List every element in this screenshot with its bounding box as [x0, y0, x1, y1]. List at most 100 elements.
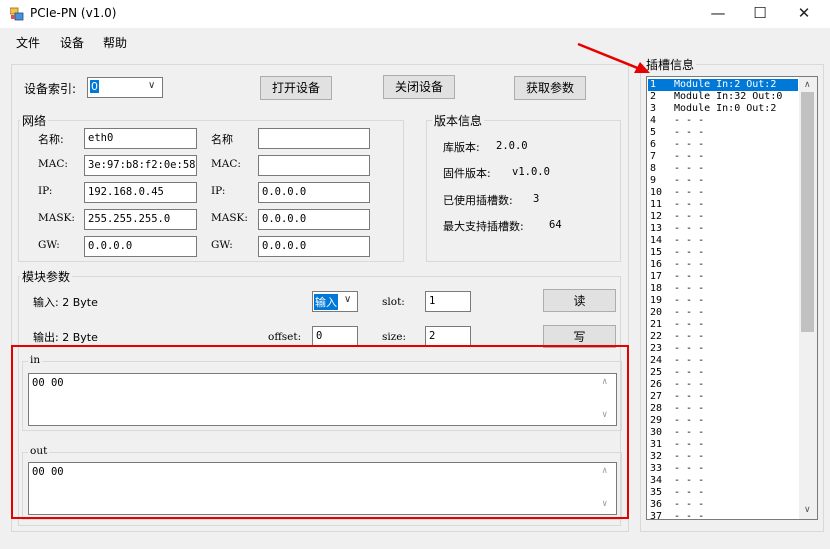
maximize-button[interactable]: ☐ [738, 0, 782, 28]
offset-field[interactable]: 0 [312, 326, 358, 347]
slot-description: - - - [674, 307, 705, 318]
name-field[interactable]: eth0 [84, 128, 197, 149]
slot-row[interactable]: 8 - - - [648, 163, 798, 175]
slot-description: - - - [674, 175, 705, 186]
slot-row[interactable]: 17 - - - [648, 271, 798, 283]
slot-list[interactable]: 1 Module In:2 Out:2 2 Module In:32 Out:0 3 Mo… [646, 76, 818, 520]
slot-row[interactable]: 10 - - - [648, 187, 798, 199]
slot-description: - - - [674, 223, 705, 234]
slot-row[interactable]: 13 - - - [648, 223, 798, 235]
slot-description: - - - [674, 247, 705, 258]
direction-value: 输入 [314, 294, 338, 310]
slot-row[interactable]: 27 - - - [648, 391, 798, 403]
slot-number: 33 [650, 463, 663, 474]
slot-row[interactable]: 30 - - - [648, 427, 798, 439]
name-label: 名称: [38, 133, 64, 146]
slot-row[interactable]: 19 - - - [648, 295, 798, 307]
slot-row[interactable]: 21 - - - [648, 319, 798, 331]
close-device-button[interactable]: 关闭设备 [383, 75, 455, 99]
slot-description: - - - [674, 199, 705, 210]
slot-row[interactable]: 28 - - - [648, 403, 798, 415]
max-slots-value: 64 [549, 219, 562, 231]
slot-row[interactable]: 32 - - - [648, 451, 798, 463]
slot-row[interactable]: 18 - - - [648, 283, 798, 295]
slot-row[interactable]: 37 - - - [648, 511, 798, 520]
slot-description: - - - [674, 511, 705, 520]
slot-row[interactable]: 33 - - - [648, 463, 798, 475]
direction-combo[interactable]: 输入 ∨ [312, 291, 358, 312]
menu-device[interactable]: 设备 [60, 34, 84, 51]
slot-row[interactable]: 9 - - - [648, 175, 798, 187]
menu-file[interactable]: 文件 [16, 34, 40, 51]
slot-row[interactable]: 24 - - - [648, 355, 798, 367]
ip-field-2[interactable]: 0.0.0.0 [258, 182, 370, 203]
slot-row[interactable]: 36 - - - [648, 499, 798, 511]
module-title: 模块参数 [20, 268, 73, 285]
slot-description: - - - [674, 427, 705, 438]
slot-row[interactable]: 15 - - - [648, 247, 798, 259]
gw-label-2: GW: [211, 239, 233, 251]
max-slots-label: 最大支持插槽数: [443, 220, 524, 233]
size-field[interactable]: 2 [425, 326, 471, 347]
ip-field[interactable]: 192.168.0.45 [84, 182, 197, 203]
slot-row[interactable]: 7 - - - [648, 151, 798, 163]
read-button[interactable]: 读 [543, 289, 616, 312]
slot-row[interactable]: 4 - - - [648, 115, 798, 127]
slot-row[interactable]: 3 Module In:0 Out:2 [648, 103, 798, 115]
slot-description: - - - [674, 127, 705, 138]
minimize-button[interactable]: — [696, 0, 740, 28]
mask-field[interactable]: 255.255.255.0 [84, 209, 197, 230]
get-params-button[interactable]: 获取参数 [514, 76, 586, 100]
chevron-down-icon: ∨ [344, 294, 352, 305]
slot-row[interactable]: 6 - - - [648, 139, 798, 151]
slot-number: 7 [650, 151, 657, 162]
name-field-2[interactable] [258, 128, 370, 149]
slot-row[interactable]: 31 - - - [648, 439, 798, 451]
slot-row[interactable]: 22 - - - [648, 331, 798, 343]
slot-row[interactable]: 34 - - - [648, 475, 798, 487]
slot-row[interactable]: 1 Module In:2 Out:2 [648, 79, 798, 91]
gw-field-2[interactable]: 0.0.0.0 [258, 236, 370, 257]
slot-number: 24 [650, 355, 663, 366]
slot-row[interactable]: 35 - - - [648, 487, 798, 499]
slot-row[interactable]: 12 - - - [648, 211, 798, 223]
slot-row[interactable]: 25 - - - [648, 367, 798, 379]
slot-row[interactable]: 2 Module In:32 Out:0 [648, 91, 798, 103]
slot-description: - - - [674, 163, 705, 174]
slot-row[interactable]: 29 - - - [648, 415, 798, 427]
slot-number: 37 [650, 511, 663, 520]
slot-description: - - - [674, 475, 705, 486]
slot-row[interactable]: 23 - - - [648, 343, 798, 355]
slot-description: - - - [674, 415, 705, 426]
slot-row[interactable]: 14 - - - [648, 235, 798, 247]
mask-field-2[interactable]: 0.0.0.0 [258, 209, 370, 230]
mac-label: MAC: [38, 158, 68, 170]
scroll-up-icon[interactable]: ∧ [804, 80, 811, 90]
slot-number: 36 [650, 499, 663, 510]
slot-number: 10 [650, 187, 663, 198]
mask-label: MASK: [38, 212, 75, 224]
mask-label-2: MASK: [211, 212, 248, 224]
slot-field[interactable]: 1 [425, 291, 471, 312]
open-device-button[interactable]: 打开设备 [260, 76, 332, 100]
gw-field[interactable]: 0.0.0.0 [84, 236, 197, 257]
slot-row[interactable]: 20 - - - [648, 307, 798, 319]
slot-row[interactable]: 5 - - - [648, 127, 798, 139]
scroll-down-icon[interactable]: ∨ [804, 505, 811, 515]
slot-scrollbar-thumb[interactable] [801, 92, 814, 332]
gw-label: GW: [38, 239, 60, 251]
menu-help[interactable]: 帮助 [103, 34, 127, 51]
mac-field[interactable]: 3e:97:b8:f2:0e:58 [84, 155, 197, 176]
slot-row[interactable]: 11 - - - [648, 199, 798, 211]
slot-number: 19 [650, 295, 663, 306]
slot-row[interactable]: 16 - - - [648, 259, 798, 271]
slot-number: 27 [650, 391, 663, 402]
lib-version-label: 库版本: [443, 141, 480, 154]
close-button[interactable]: ✕ [782, 0, 826, 28]
mac-field-2[interactable] [258, 155, 370, 176]
slot-row[interactable]: 26 - - - [648, 379, 798, 391]
device-index-combo[interactable]: 0 ∨ [87, 77, 163, 98]
annotation-highlight-box [11, 345, 629, 519]
used-slots-label: 已使用插槽数: [443, 194, 513, 207]
ip-label-2: IP: [211, 185, 226, 197]
